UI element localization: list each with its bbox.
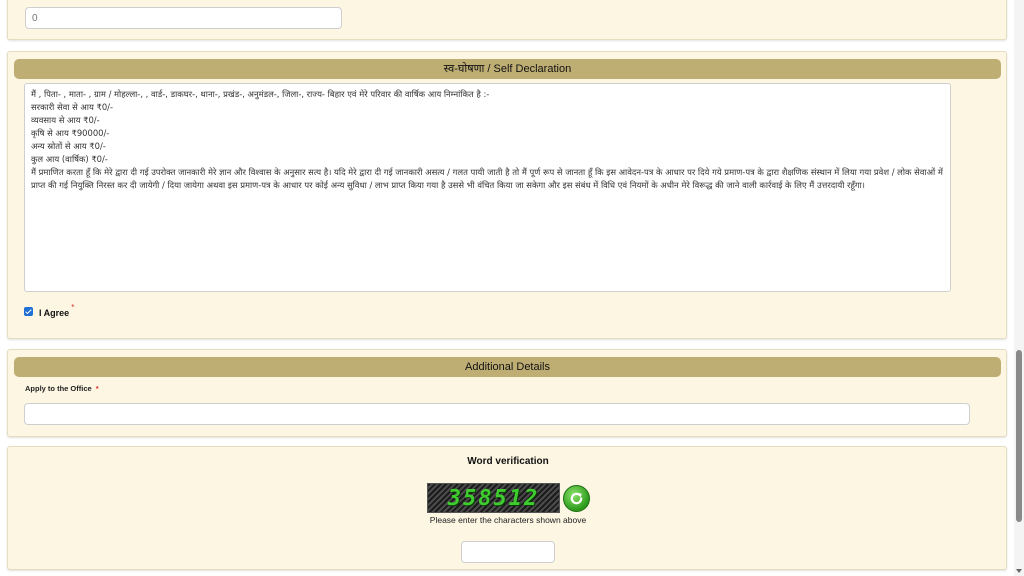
captcha-input[interactable] [461,541,555,563]
additional-details-header: Additional Details [14,357,1001,377]
agree-row: I Agree * [24,302,75,318]
declaration-paragraph: मैं प्रमाणित करता हूँ कि मेरे द्वारा दी … [31,167,943,190]
self-declaration-header: स्व-घोषणा / Self Declaration [14,59,1001,79]
declaration-line: मैं , पिता- , माता- , ग्राम / मोहल्ला-, … [31,89,490,99]
declaration-line: सरकारी सेवा से आय ₹0/- [31,102,113,112]
captcha-text: 358512 [447,485,540,511]
apply-office-select[interactable] [24,403,970,425]
income-input[interactable]: 0 [25,7,342,29]
captcha-hint: Please enter the characters shown above [429,515,587,525]
apply-office-label: Apply to the Office * [25,384,99,393]
word-verification-card: Word verification 358512 Please enter th… [7,446,1007,570]
agree-checkbox[interactable] [24,306,33,316]
income-field-card: 0 [7,0,1007,40]
self-declaration-card: स्व-घोषणा / Self Declaration मैं , पिता-… [7,51,1007,339]
declaration-line: कुल आय (वार्षिक) ₹0/- [31,154,108,164]
declaration-line: कृषि से आय ₹90000/- [31,128,110,138]
refresh-icon[interactable] [563,485,590,512]
declaration-textarea[interactable]: मैं , पिता- , माता- , ग्राम / मोहल्ला-, … [24,83,951,292]
refresh-arrow-icon [570,492,583,505]
agree-label[interactable]: I Agree [39,308,69,318]
scroll-down-arrow-icon[interactable] [1016,569,1022,573]
required-marker: * [71,302,75,312]
declaration-line: अन्य स्रोतों से आय ₹0/- [31,141,106,151]
word-verification-title: Word verification [467,456,549,467]
additional-details-card: Additional Details Apply to the Office * [7,349,1007,437]
captcha-image: 358512 [427,483,560,513]
declaration-line: व्यवसाय से आय ₹0/- [31,115,100,125]
apply-office-label-text: Apply to the Office [25,384,92,393]
page-scrollbar[interactable] [1014,0,1024,576]
scrollbar-thumb[interactable] [1016,350,1022,522]
required-marker: * [95,384,99,393]
